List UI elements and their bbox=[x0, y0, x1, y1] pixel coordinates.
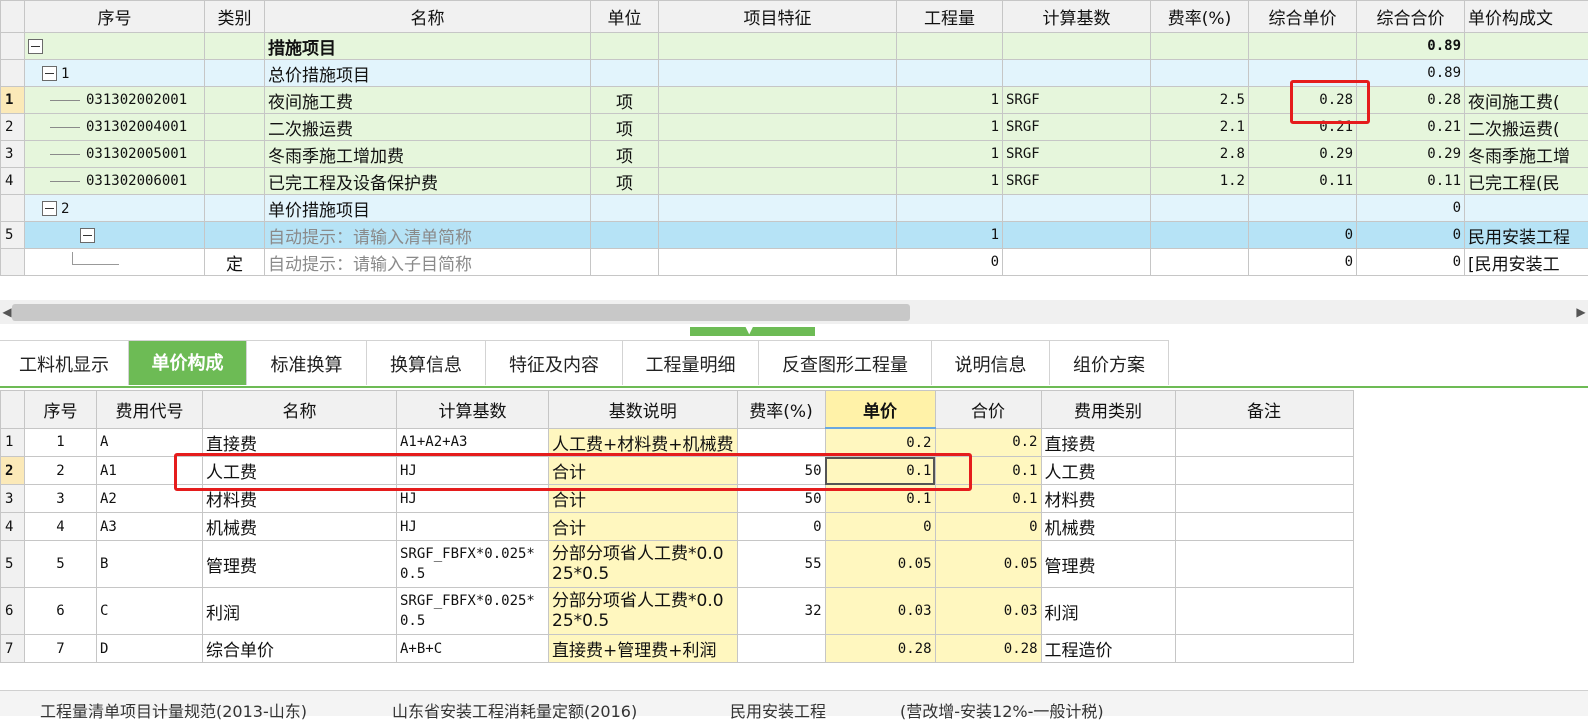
tab-features[interactable]: 特征及内容 bbox=[486, 340, 623, 385]
scroll-right-icon[interactable]: ▶ bbox=[1574, 303, 1588, 321]
col-seq[interactable]: 序号 bbox=[25, 391, 97, 429]
col-name[interactable]: 名称 bbox=[203, 391, 397, 429]
col-seq[interactable]: 序号 bbox=[25, 1, 205, 33]
chevron-down-icon: ▼ bbox=[745, 323, 753, 336]
tab-conversion-info[interactable]: 换算信息 bbox=[367, 340, 486, 385]
grid-header: 序号 费用代号 名称 计算基数 基数说明 费率(%) 单价 合价 费用类别 备注 bbox=[1, 391, 1354, 429]
collapse-icon[interactable] bbox=[42, 201, 57, 216]
col-feature[interactable]: 项目特征 bbox=[659, 1, 897, 33]
col-base-desc[interactable]: 基数说明 bbox=[549, 391, 738, 429]
table-row[interactable]: 4 031302006001 已完工程及设备保护费 项 1 SRGF 1.2 0… bbox=[1, 168, 1588, 195]
collapse-icon[interactable] bbox=[42, 66, 57, 81]
unit-price-cell[interactable]: 0.28 bbox=[1249, 87, 1357, 114]
col-total[interactable]: 合价 bbox=[935, 391, 1041, 429]
measures-grid: 序号 类别 名称 单位 项目特征 工程量 计算基数 费率(%) 综合单价 综合合… bbox=[0, 0, 1588, 276]
panel-splitter[interactable]: ▼ bbox=[690, 327, 815, 336]
table-row[interactable]: 2 单价措施项目 0 bbox=[1, 195, 1588, 222]
table-row[interactable]: 3 031302005001 冬雨季施工增加费 项 1 SRGF 2.8 0.2… bbox=[1, 141, 1588, 168]
tab-pricing-plan[interactable]: 组价方案 bbox=[1050, 340, 1169, 385]
col-base[interactable]: 计算基数 bbox=[397, 391, 549, 429]
col-composition[interactable]: 单价构成文 bbox=[1465, 1, 1588, 33]
col-name[interactable]: 名称 bbox=[265, 1, 591, 33]
status-quota[interactable]: 山东省安装工程消耗量定额(2016) bbox=[392, 698, 637, 722]
tab-quantity-detail[interactable]: 工程量明细 bbox=[623, 340, 759, 385]
collapse-icon[interactable] bbox=[80, 228, 95, 243]
group-name[interactable]: 措施项目 bbox=[265, 33, 591, 60]
name-hint[interactable]: 自动提示：请输入清单简称 bbox=[265, 222, 591, 249]
col-unit[interactable]: 单位 bbox=[591, 1, 659, 33]
selected-cell[interactable]: 0.1 bbox=[825, 457, 935, 485]
collapse-icon[interactable] bbox=[28, 39, 43, 54]
detail-tabs: 工料机显示 单价构成 标准换算 换算信息 特征及内容 工程量明细 反查图形工程量… bbox=[0, 340, 1588, 388]
col-unit-price[interactable]: 单价 bbox=[825, 391, 935, 429]
tab-unit-price-composition[interactable]: 单价构成 bbox=[129, 340, 247, 385]
group-total: 0.89 bbox=[1357, 33, 1465, 60]
composition-grid: 序号 费用代号 名称 计算基数 基数说明 费率(%) 单价 合价 费用类别 备注… bbox=[0, 390, 1354, 663]
col-type[interactable]: 类别 bbox=[205, 1, 265, 33]
table-row-selected[interactable]: 5 自动提示：请输入清单简称 1 0 0 民用安装工程 bbox=[1, 222, 1588, 249]
table-row[interactable]: 3 3 A2 材料费 HJ 合计 50 0.1 0.1 材料费 bbox=[1, 485, 1354, 513]
tab-standard-conversion[interactable]: 标准换算 bbox=[247, 340, 367, 385]
status-project-type[interactable]: 民用安装工程 bbox=[730, 698, 826, 722]
horizontal-scrollbar[interactable]: ◀ ▶ bbox=[0, 300, 1588, 324]
status-standard[interactable]: 工程量清单项目计量规范(2013-山东) bbox=[40, 698, 307, 722]
col-rate[interactable]: 费率(%) bbox=[737, 391, 825, 429]
scrollbar-thumb[interactable] bbox=[12, 304, 910, 321]
name-hint[interactable]: 自动提示：请输入子目简称 bbox=[265, 249, 591, 276]
grid-header: 序号 类别 名称 单位 项目特征 工程量 计算基数 费率(%) 综合单价 综合合… bbox=[1, 1, 1588, 33]
table-row[interactable]: 措施项目 0.89 bbox=[1, 33, 1588, 60]
col-qty[interactable]: 工程量 bbox=[897, 1, 1003, 33]
col-base[interactable]: 计算基数 bbox=[1003, 1, 1151, 33]
tab-graphic-quantity[interactable]: 反查图形工程量 bbox=[759, 340, 932, 385]
col-unit-price[interactable]: 综合单价 bbox=[1249, 1, 1357, 33]
table-row[interactable]: 5 5 B 管理费 SRGF_FBFX*0.025*0.5 分部分项省人工费*0… bbox=[1, 541, 1354, 588]
tab-description[interactable]: 说明信息 bbox=[932, 340, 1050, 385]
table-row[interactable]: 1 1 A 直接费 A1+A2+A3 人工费+材料费+机械费 0.2 0.2 直… bbox=[1, 428, 1354, 457]
col-fee-category[interactable]: 费用类别 bbox=[1041, 391, 1175, 429]
table-row[interactable]: 7 7 D 综合单价 A+B+C 直接费+管理费+利润 0.28 0.28 工程… bbox=[1, 635, 1354, 663]
col-rate[interactable]: 费率(%) bbox=[1151, 1, 1249, 33]
table-row-selected[interactable]: 2 2 A1 人工费 HJ 合计 50 0.1 0.1 人工费 bbox=[1, 457, 1354, 485]
table-row[interactable]: 6 6 C 利润 SRGF_FBFX*0.025*0.5 分部分项省人工费*0.… bbox=[1, 588, 1354, 635]
table-row[interactable]: 2 031302004001 二次搬运费 项 1 SRGF 2.1 0.21 0… bbox=[1, 114, 1588, 141]
table-row[interactable]: 4 4 A3 机械费 HJ 合计 0 0 0 机械费 bbox=[1, 513, 1354, 541]
table-row[interactable]: 1 031302002001 夜间施工费 项 1 SRGF 2.5 0.28 0… bbox=[1, 87, 1588, 114]
col-remark[interactable]: 备注 bbox=[1175, 391, 1353, 429]
status-bar: 工程量清单项目计量规范(2013-山东) 山东省安装工程消耗量定额(2016) … bbox=[0, 690, 1588, 716]
tab-labor-material[interactable]: 工料机显示 bbox=[0, 340, 129, 385]
status-tax-mode[interactable]: (营改增-安装12%-一般计税) bbox=[900, 698, 1104, 722]
table-row[interactable]: 定 自动提示：请输入子目简称 0 0 0 [民用安装工 bbox=[1, 249, 1588, 276]
col-fee-code[interactable]: 费用代号 bbox=[97, 391, 203, 429]
col-total-price[interactable]: 综合合价 bbox=[1357, 1, 1465, 33]
table-row[interactable]: 1 总价措施项目 0.89 bbox=[1, 60, 1588, 87]
